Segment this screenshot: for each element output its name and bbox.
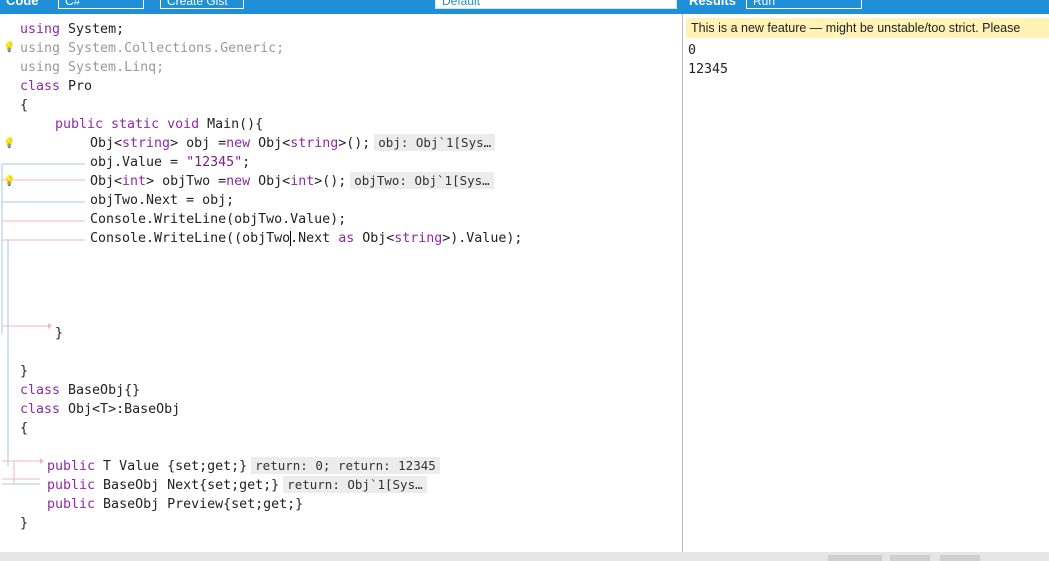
bottom-status-bar <box>0 552 1049 561</box>
language-select[interactable]: C# <box>58 0 144 9</box>
code-line-14: } <box>20 364 29 379</box>
code-line-15: class BaseObj{} <box>20 383 141 398</box>
code-line-18: public T Value {set;get;} return: 0; retu… <box>47 457 440 476</box>
code-line-20: public BaseObj Preview{set;get;} <box>47 497 304 512</box>
code-line-2: using System.Collections.Generic; <box>20 41 285 56</box>
lightbulb-icon[interactable]: 💡 <box>3 42 15 54</box>
output-line: 0 <box>688 43 697 58</box>
code-line-1: using System; <box>20 22 125 37</box>
create-gist-button[interactable]: Create Gist <box>160 0 244 9</box>
feature-warning-banner: This is a new feature — might be unstabl… <box>686 18 1049 38</box>
lightbulb-icon[interactable]: 💡 <box>3 138 15 150</box>
run-button[interactable]: Run <box>746 0 862 9</box>
inline-hint: objTwo: Obj`1[Sys… <box>350 172 494 189</box>
code-line-11: Console.WriteLine(objTwo.Value); <box>90 212 347 227</box>
results-label: Results <box>689 0 736 8</box>
code-line-8: obj.Value = "12345"; <box>90 155 251 170</box>
code-line-4: class Pro <box>20 79 93 94</box>
theme-select[interactable]: Default <box>435 0 677 9</box>
results-panel: This is a new feature — might be unstabl… <box>683 14 1049 552</box>
code-line-12: Console.WriteLine((objTwo.Next as Obj<st… <box>90 230 523 246</box>
inline-hint: obj: Obj`1[Sys… <box>374 134 496 151</box>
top-toolbar: Code C# Create Gist Default Results Run <box>0 0 1049 14</box>
code-line-10: objTwo.Next = obj; <box>90 193 235 208</box>
output-line: 12345 <box>688 62 729 77</box>
code-line-21: } <box>20 516 29 531</box>
status-control[interactable] <box>940 555 980 561</box>
status-control[interactable] <box>828 555 882 561</box>
code-line-5: { <box>20 98 29 113</box>
code-line-17: { <box>20 421 29 436</box>
code-line-6: public static void Main(){ <box>55 117 264 132</box>
code-label: Code <box>6 0 39 8</box>
inline-hint: return: Obj`1[Sys… <box>283 476 427 493</box>
inline-hint: return: 0; return: 12345 <box>251 457 440 474</box>
code-line-19: public BaseObj Next{set;get;} return: Obj… <box>47 476 427 495</box>
lightbulb-icon[interactable]: 💡 <box>3 176 15 188</box>
code-line-13: } <box>55 326 64 341</box>
code-line-9: Obj<int> objTwo =new Obj<int>(); objTwo: … <box>90 172 494 191</box>
status-control[interactable] <box>890 555 930 561</box>
code-line-16: class Obj<T>:BaseObj <box>20 402 181 417</box>
code-line-3: using System.Linq; <box>20 60 165 75</box>
code-editor[interactable]: 💡 💡 💡 using System; using System.Collect… <box>0 14 682 552</box>
code-line-7: Obj<string> obj =new Obj<string>(); obj: … <box>90 134 496 153</box>
